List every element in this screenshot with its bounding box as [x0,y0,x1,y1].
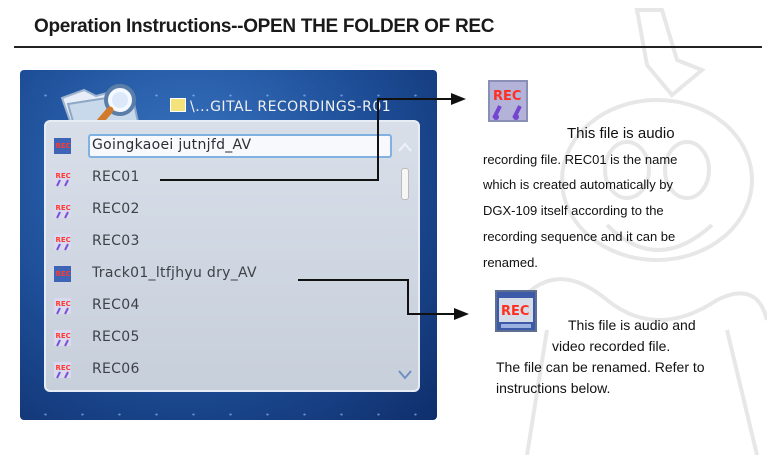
folder-path: \...GITAL RECORDINGS-R01 [170,98,391,115]
file-row[interactable]: REC Track01_ltfjhyu dry_AV [54,262,394,286]
file-name: REC03 [92,233,140,249]
video-arrow-head [454,308,469,320]
audio-callout-line: which is created automatically by [483,177,674,192]
svg-text:REC: REC [56,172,71,180]
heading-divider [14,46,762,48]
video-callout-line: The file can be renamed. Refer to [496,359,705,375]
file-name: REC06 [92,361,140,377]
svg-text:REC: REC [56,270,71,278]
file-list: REC Goingkaoei jutnjfd_AV REC REC01 REC … [44,120,420,392]
file-name: REC01 [92,169,140,185]
svg-text:REC: REC [56,332,71,340]
rec-video-icon: REC [54,266,71,282]
scrollbar-thumb[interactable] [401,168,409,200]
svg-text:REC: REC [493,89,521,104]
rec-audio-icon: REC [488,80,528,122]
svg-text:REC: REC [56,300,71,308]
audio-callout-line: This file is audio [567,125,675,142]
audio-callout-line: recording sequence and it can be [483,229,676,244]
rec-audio-icon: REC [54,170,71,187]
folder-path-text: \...GITAL RECORDINGS-R01 [190,99,392,115]
rec-audio-icon: REC [54,298,71,315]
audio-callout-line: DGX-109 itself according to the [483,203,664,218]
page-heading: Operation Instructions--OPEN THE FOLDER … [34,16,495,37]
audio-arrow-head [451,93,466,105]
audio-callout-line: recording file. REC01 is the name [483,152,678,167]
svg-text:REC: REC [56,142,71,150]
device-screenshot: \...GITAL RECORDINGS-R01 REC Goingkaoei … [20,70,437,420]
rec-audio-icon: REC [54,330,71,347]
file-row[interactable]: REC REC01 [54,166,394,190]
rec-video-icon: REC [54,138,71,154]
svg-text:REC: REC [56,364,71,372]
file-row[interactable]: REC REC03 [54,230,394,254]
file-name: REC04 [92,297,140,313]
folder-icon [170,98,186,112]
rec-audio-icon: REC [54,202,71,219]
scroll-up-icon[interactable] [398,142,412,152]
video-callout-line: video recorded file. [552,338,671,354]
rec-video-icon: REC [495,290,537,332]
file-row[interactable]: REC REC04 [54,294,394,318]
file-name: Track01_ltfjhyu dry_AV [92,265,257,281]
audio-callout-line: renamed. [483,255,538,270]
scroll-down-icon[interactable] [398,370,412,380]
document-page: Operation Instructions--OPEN THE FOLDER … [0,0,767,455]
rec-audio-icon: REC [54,362,71,379]
svg-text:REC: REC [56,204,71,212]
file-row[interactable]: REC REC05 [54,326,394,350]
file-row[interactable]: REC REC02 [54,198,394,222]
file-name: REC02 [92,201,140,217]
rec-audio-icon: REC [54,234,71,251]
svg-text:REC: REC [501,304,529,319]
video-callout-line: instructions below. [496,380,611,396]
file-row[interactable]: REC REC06 [54,358,394,382]
file-row[interactable]: REC Goingkaoei jutnjfd_AV [54,134,394,158]
video-callout-line: This file is audio and [568,317,696,333]
file-name: Goingkaoei jutnjfd_AV [92,137,252,153]
file-name: REC05 [92,329,140,345]
svg-text:REC: REC [56,236,71,244]
